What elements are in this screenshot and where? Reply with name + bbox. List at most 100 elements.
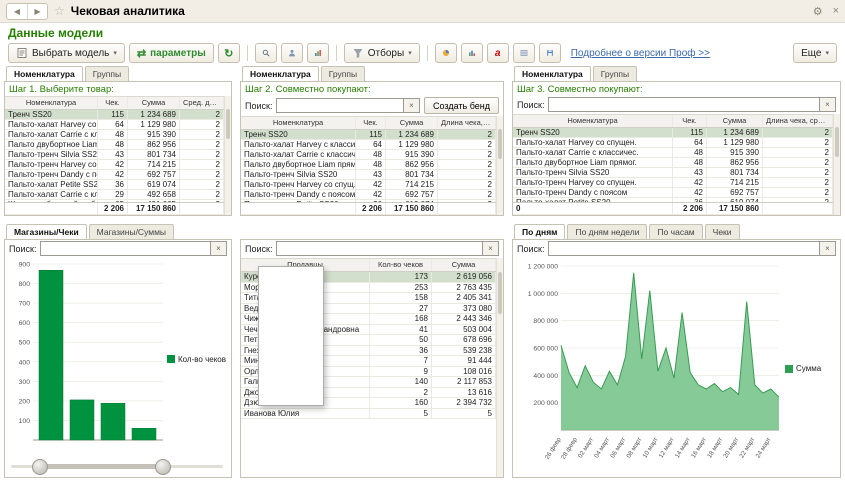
table-row[interactable]: Пальто двубортное Liam прямого кроя48862… [5, 140, 224, 150]
version-link[interactable]: Подробнее о версии Проф >> [571, 48, 710, 59]
clear-search-icon[interactable]: × [819, 241, 836, 256]
tab-По дням[interactable]: По дням [514, 224, 565, 239]
table-totals-row[interactable]: 2 20617 150 860 [241, 202, 496, 215]
tab-Магазины/Чеки[interactable]: Магазины/Чеки [6, 224, 87, 239]
table-row[interactable]: Пальто-тренч Harvey со спущ.42714 2152 [241, 180, 496, 190]
tab-Номенклатура[interactable]: Номенклатура [514, 66, 591, 81]
table-row[interactable]: Пальто-тренч Dandy с поясом42692 7572 [5, 170, 224, 180]
pie-chart-icon [442, 47, 450, 59]
column-header[interactable]: Сумма [386, 117, 438, 129]
table-totals-row[interactable]: 2 20617 150 860 [5, 202, 224, 215]
tab-По часам[interactable]: По часам [649, 224, 702, 239]
table-cell: 2 [180, 120, 224, 129]
search-input[interactable] [40, 241, 210, 256]
select-model-button[interactable]: Выбрать модель ▾ [8, 43, 125, 63]
tab-Чеки[interactable]: Чеки [705, 224, 740, 239]
table-row[interactable]: Пальто-халат Carrie с классич.48915 3902 [241, 150, 496, 160]
pie-chart-button[interactable] [435, 43, 457, 63]
tab-По дням недели[interactable]: По дням недели [567, 224, 647, 239]
search-input[interactable] [548, 97, 819, 112]
column-header[interactable]: Сумма [707, 115, 763, 127]
table-row[interactable]: Пальто-тренч Silvia SS2043801 7342 [241, 170, 496, 180]
sort-button[interactable] [307, 43, 329, 63]
column-header[interactable]: Чек. [98, 97, 128, 109]
table-row[interactable]: Тренч SS201151 234 6892 [513, 128, 833, 138]
table-row[interactable]: Пальто двубортное Liam прям.48862 9562 [241, 160, 496, 170]
create-band-button[interactable]: Создать бенд [424, 97, 499, 114]
search-input[interactable] [276, 241, 482, 256]
table-row[interactable]: Пальто-тренч Dandy с поясом42692 7572 [241, 190, 496, 200]
table-row[interactable]: Пальто-халат Carrie с классическимворот.… [5, 130, 224, 140]
search-button[interactable] [255, 43, 277, 63]
close-icon[interactable]: × [833, 5, 839, 18]
table-row[interactable]: Пальто-тренч Silvia SS2043801 7342 [513, 168, 833, 178]
user-button[interactable] [281, 43, 303, 63]
scrollbar[interactable] [833, 114, 840, 215]
tab-Номенклатура[interactable]: Номенклатура [6, 66, 83, 81]
tab-Номенклатура[interactable]: Номенклатура [242, 66, 319, 81]
refresh-button[interactable]: ↻ [218, 43, 240, 63]
column-header[interactable]: Номенклатура [241, 117, 356, 129]
column-header[interactable]: Кол-во чеков [370, 259, 432, 271]
table-row[interactable]: Пальто-халат Carrie с классичес.48915 39… [513, 148, 833, 158]
column-header[interactable]: Сред. длина чек. [180, 97, 224, 109]
column-header[interactable]: Сумма [432, 259, 496, 271]
refresh-icon: ↻ [224, 47, 233, 60]
table-cell: 2 206 [98, 203, 128, 214]
table-row[interactable]: Пальто двубортное Liam прямог.48862 9562 [513, 158, 833, 168]
more-button[interactable]: Еще ▾ [793, 43, 837, 63]
scrollbar[interactable] [224, 96, 231, 215]
table-row[interactable]: Тренч SS201151 234 6892 [241, 130, 496, 140]
clear-search-icon[interactable]: × [403, 98, 420, 113]
column-header[interactable]: Номенклатура [5, 97, 98, 109]
column-header[interactable]: Длина чека, среднее [438, 117, 496, 129]
column-header[interactable]: Номенклатура [513, 115, 673, 127]
table-row[interactable]: Пальто-халат Carrie с классическим ворот… [5, 190, 224, 200]
svg-text:1 200 000: 1 200 000 [528, 264, 558, 271]
popup-window[interactable] [258, 266, 324, 406]
grid-button[interactable] [513, 43, 535, 63]
bar-chart-button[interactable] [461, 43, 483, 63]
column-header[interactable]: Чек. [356, 117, 386, 129]
scrollbar[interactable] [496, 116, 503, 215]
parameters-button[interactable]: ⇄ параметры [129, 43, 214, 63]
column-header[interactable]: Чек. [673, 115, 707, 127]
filters-button[interactable]: Отборы ▾ [344, 43, 420, 63]
tab-Группы[interactable]: Группы [85, 66, 129, 81]
back-button[interactable]: ◀ [7, 4, 27, 19]
gear-icon[interactable]: ⚙ [813, 5, 823, 18]
tab-Группы[interactable]: Группы [321, 66, 365, 81]
table-row[interactable]: Пальто-тренч Harvey со спущен.42714 2152 [513, 178, 833, 188]
slider-knob-right[interactable] [155, 459, 171, 475]
save-button[interactable] [539, 43, 561, 63]
scrollbar[interactable] [496, 258, 503, 477]
step2-table: НоменклатураЧек.СуммаДлина чека, среднее… [241, 116, 496, 215]
column-header[interactable]: Длина чека, среднее [763, 115, 833, 127]
zoom-slider[interactable] [11, 458, 223, 474]
clear-search-icon[interactable]: × [482, 241, 499, 256]
table-row[interactable]: Пальто-халат Harvey со спущенным плечом6… [5, 120, 224, 130]
search-input[interactable] [276, 98, 403, 113]
table-row[interactable]: Пальто-тренч Dandy с поясом42692 7572 [513, 188, 833, 198]
slider-knob-left[interactable] [32, 459, 48, 475]
table-row[interactable]: Пальто-тренч Silvia SS2043801 7342 [5, 150, 224, 160]
font-button[interactable]: a [487, 43, 509, 63]
search-input[interactable] [548, 241, 819, 256]
table-row[interactable]: Пальто-халат Harvey со спущен.641 129 98… [513, 138, 833, 148]
table-cell: Пальто двубортное Liam прям. [241, 160, 356, 169]
clear-search-icon[interactable]: × [819, 97, 836, 112]
tab-Группы[interactable]: Группы [593, 66, 637, 81]
table-row[interactable]: Пальто-халат Harvey с классич.641 129 98… [241, 140, 496, 150]
favorite-icon[interactable]: ☆ [54, 4, 65, 18]
table-totals-row[interactable]: 02 20617 150 860 [513, 202, 833, 215]
table-cell: 2 206 [356, 203, 386, 214]
table-cell: Пальто-тренч Harvey со спущен. [513, 178, 673, 187]
table-row[interactable]: Тренч SS201151 234 6892 [5, 110, 224, 120]
clear-search-icon[interactable]: × [210, 241, 227, 256]
table-row[interactable]: Пальто-тренч Harvey со спущенным плечом4… [5, 160, 224, 170]
table-row[interactable]: Иванова Юлия55 [241, 409, 496, 420]
column-header[interactable]: Сумма [128, 97, 180, 109]
table-row[interactable]: Пальто-халат Petite SS2036619 0742 [5, 180, 224, 190]
tab-Магазины/Суммы[interactable]: Магазины/Суммы [89, 224, 174, 239]
forward-button[interactable]: ▶ [27, 4, 47, 19]
